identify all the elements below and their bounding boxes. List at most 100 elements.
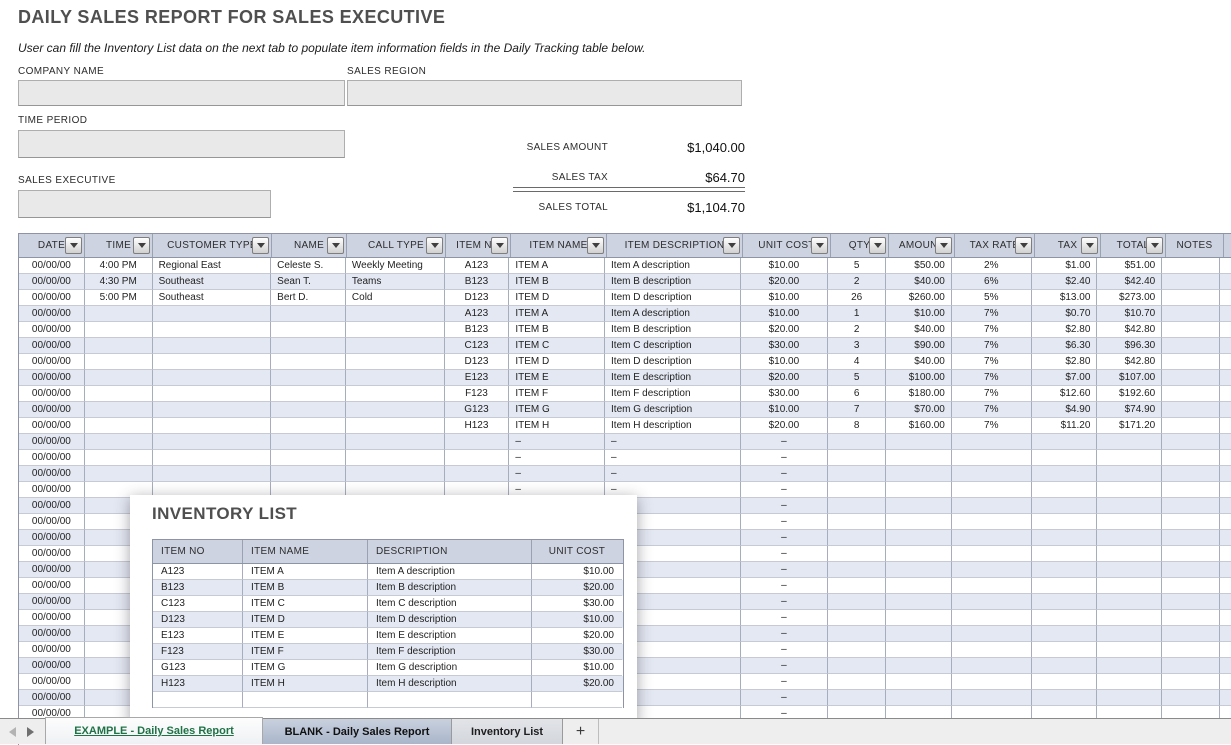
table-cell[interactable]: – [741, 434, 829, 450]
table-cell[interactable] [1032, 674, 1098, 690]
table-cell[interactable] [886, 434, 952, 450]
table-cell[interactable] [1032, 450, 1098, 466]
table-cell[interactable]: 4:30 PM [85, 274, 153, 290]
table-cell[interactable] [1162, 434, 1220, 450]
table-cell[interactable] [1162, 370, 1220, 386]
table-cell[interactable] [1162, 274, 1220, 290]
table-cell[interactable] [1032, 578, 1098, 594]
table-cell[interactable]: Weekly Meeting [346, 258, 445, 274]
table-cell[interactable] [828, 594, 886, 610]
table-cell[interactable] [85, 450, 153, 466]
table-cell[interactable]: 2% [952, 258, 1032, 274]
table-cell[interactable]: Southeast [153, 290, 272, 306]
table-cell[interactable] [1162, 466, 1220, 482]
table-cell[interactable] [1097, 514, 1162, 530]
table-cell[interactable] [153, 418, 272, 434]
table-cell[interactable]: 6 [828, 386, 886, 402]
table-cell[interactable]: 7% [952, 386, 1032, 402]
table-cell[interactable] [1097, 642, 1162, 658]
table-cell[interactable] [886, 690, 952, 706]
table-cell[interactable]: 3 [828, 338, 886, 354]
table-cell[interactable] [1162, 402, 1220, 418]
table-cell[interactable]: 00/00/00 [19, 594, 85, 610]
table-cell[interactable] [85, 354, 153, 370]
filter-dropdown-button[interactable] [587, 237, 604, 254]
tab-blank-daily-sales-report[interactable]: BLANK - Daily Sales Report [263, 719, 452, 744]
table-cell[interactable] [271, 450, 346, 466]
table-cell[interactable] [952, 642, 1032, 658]
table-cell[interactable] [1162, 690, 1220, 706]
table-cell[interactable] [346, 370, 445, 386]
filter-dropdown-button[interactable] [327, 237, 344, 254]
table-cell[interactable] [1097, 546, 1162, 562]
table-cell[interactable]: 4 [828, 354, 886, 370]
table-cell[interactable]: ITEM B [509, 274, 605, 290]
table-cell[interactable]: 6% [952, 274, 1032, 290]
table-cell[interactable] [828, 514, 886, 530]
table-cell[interactable] [886, 498, 952, 514]
table-cell[interactable]: 00/00/00 [19, 642, 85, 658]
table-cell[interactable] [952, 546, 1032, 562]
table-cell[interactable]: 00/00/00 [19, 450, 85, 466]
table-cell[interactable] [271, 386, 346, 402]
table-cell[interactable]: $100.00 [886, 370, 952, 386]
table-cell[interactable] [1162, 482, 1220, 498]
table-cell[interactable] [886, 546, 952, 562]
table-cell[interactable]: 00/00/00 [19, 370, 85, 386]
table-cell[interactable] [1162, 658, 1220, 674]
table-cell[interactable] [445, 434, 510, 450]
table-cell[interactable]: 00/00/00 [19, 274, 85, 290]
filter-dropdown-button[interactable] [252, 237, 269, 254]
table-cell[interactable]: 00/00/00 [19, 498, 85, 514]
table-cell[interactable]: 26 [828, 290, 886, 306]
table-cell[interactable]: $171.20 [1097, 418, 1162, 434]
table-cell[interactable]: Item F description [605, 386, 741, 402]
table-cell[interactable] [85, 418, 153, 434]
table-cell[interactable] [1032, 626, 1098, 642]
table-cell[interactable]: $20.00 [741, 274, 829, 290]
table-cell[interactable] [271, 434, 346, 450]
filter-dropdown-button[interactable] [133, 237, 150, 254]
table-cell[interactable]: 7% [952, 338, 1032, 354]
table-cell[interactable]: $10.00 [741, 258, 829, 274]
table-cell[interactable] [153, 434, 272, 450]
table-cell[interactable] [952, 610, 1032, 626]
table-cell[interactable] [828, 658, 886, 674]
prev-sheet-button[interactable] [3, 719, 21, 744]
table-cell[interactable]: 5:00 PM [85, 290, 153, 306]
tab-inventory-list[interactable]: Inventory List [452, 719, 563, 744]
table-cell[interactable]: $4.90 [1032, 402, 1098, 418]
table-cell[interactable]: D123 [445, 290, 510, 306]
table-cell[interactable] [1162, 290, 1220, 306]
table-cell[interactable] [828, 530, 886, 546]
table-cell[interactable] [153, 402, 272, 418]
table-cell[interactable] [1097, 658, 1162, 674]
table-cell[interactable]: $180.00 [886, 386, 952, 402]
table-cell[interactable]: – [741, 530, 829, 546]
table-cell[interactable]: ITEM H [509, 418, 605, 434]
table-cell[interactable]: Item A description [605, 306, 741, 322]
table-cell[interactable] [1097, 482, 1162, 498]
table-cell[interactable] [1032, 466, 1098, 482]
table-cell[interactable]: $51.00 [1097, 258, 1162, 274]
table-cell[interactable] [1032, 610, 1098, 626]
table-cell[interactable]: Sean T. [271, 274, 346, 290]
table-cell[interactable]: 7% [952, 322, 1032, 338]
table-cell[interactable] [1097, 450, 1162, 466]
table-cell[interactable] [346, 434, 445, 450]
table-cell[interactable]: 7% [952, 306, 1032, 322]
table-cell[interactable]: Item D description [605, 354, 741, 370]
table-cell[interactable]: ITEM D [509, 290, 605, 306]
table-cell[interactable]: Item G description [605, 402, 741, 418]
filter-dropdown-button[interactable] [869, 237, 886, 254]
table-cell[interactable]: 00/00/00 [19, 562, 85, 578]
table-cell[interactable] [1162, 322, 1220, 338]
table-cell[interactable]: $20.00 [741, 418, 829, 434]
table-cell[interactable] [886, 594, 952, 610]
table-cell[interactable] [828, 690, 886, 706]
table-cell[interactable]: $42.80 [1097, 354, 1162, 370]
table-cell[interactable] [886, 562, 952, 578]
table-cell[interactable]: 7% [952, 418, 1032, 434]
table-cell[interactable] [1032, 658, 1098, 674]
table-cell[interactable] [85, 306, 153, 322]
